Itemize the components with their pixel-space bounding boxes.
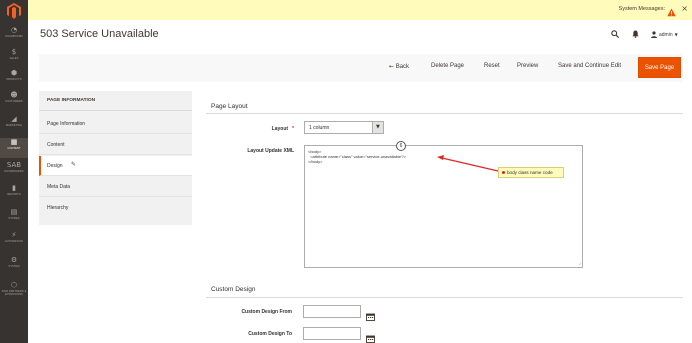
annotation-arrow — [437, 155, 499, 172]
section-divider — [206, 297, 683, 298]
custom-design-to-input[interactable] — [303, 327, 361, 340]
custom-design-from-input[interactable] — [303, 305, 361, 318]
annotation-note: body class name code — [498, 167, 564, 178]
calendar-icon[interactable] — [366, 308, 375, 321]
calendar-icon[interactable] — [366, 330, 375, 343]
custom-design-title: Custom Design — [211, 286, 256, 293]
custom-design-from-label: Custom Design From — [241, 309, 292, 315]
custom-design-to-label: Custom Design To — [248, 331, 292, 337]
step-number-badge: 6 — [396, 141, 406, 151]
